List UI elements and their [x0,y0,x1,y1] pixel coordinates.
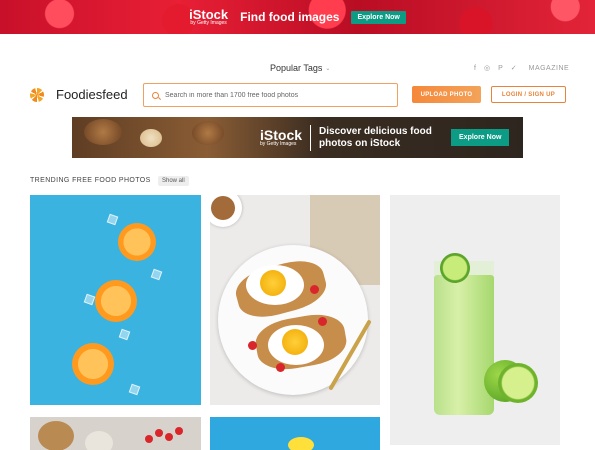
upload-photo-button[interactable]: UPLOAD PHOTO [412,86,481,103]
cherry-tomato [318,317,327,326]
orange-slice-logo-icon [30,87,44,102]
ice-cube [150,268,163,281]
show-all-button[interactable]: Show all [158,176,189,186]
istock-logo: iStock by Getty Images [189,8,228,26]
cherry-tomato [145,435,153,443]
coffee-cup [210,195,242,227]
ad-istock-logo: iStock by Getty Images [260,128,302,147]
site-logo[interactable]: Foodiesfeed [30,87,128,102]
ad-cookie [84,119,122,145]
login-signup-button[interactable]: LOGIN / SIGN UP [491,86,566,103]
photo-lemon[interactable] [210,417,380,450]
photo-lime-drink[interactable] [390,195,560,445]
lemon [288,437,314,450]
search-icon [152,91,159,99]
trending-label: TRENDING FREE FOOD PHOTOS [30,177,151,184]
ice-cube [106,213,119,226]
pinterest-icon[interactable]: P [498,65,503,72]
istock-logo-sub: by Getty Images [190,20,227,26]
top-banner-text: Find food images [240,10,340,24]
cherry-tomato [310,285,319,294]
orange-slice [118,223,156,261]
ad-cream [140,129,162,147]
popular-tags-dropdown[interactable]: Popular Tags ⌄ [270,63,330,73]
egg-yolk [282,329,308,355]
ad-cookie [192,121,224,145]
ad-divider [310,124,312,151]
top-banner-explore-button[interactable]: Explore Now [351,10,406,24]
cherry-tomato [165,433,173,441]
bowl [85,431,113,450]
lime-half [498,363,538,403]
cherry-tomato [248,341,257,350]
orange-slice [72,343,114,385]
ice-cube [118,328,131,341]
ad-istock-logo-sub: by Getty Images [260,141,297,147]
istock-ad-banner[interactable]: iStock by Getty Images Discover deliciou… [72,117,523,158]
glass-of-juice [434,261,494,415]
instagram-icon[interactable]: ◎ [484,64,490,72]
bowl [38,421,74,450]
chevron-down-icon: ⌄ [325,65,331,72]
cherry-tomato [175,427,183,435]
photo-eggs-toast[interactable] [210,195,380,405]
cherry-tomato [155,429,163,437]
cherry-tomato [276,363,285,372]
social-links: f ◎ P ✓ MAGAZINE [474,64,570,73]
ad-food-image [72,117,242,158]
search-box[interactable] [143,83,398,107]
egg-yolk [260,270,286,296]
photo-oranges[interactable] [30,195,201,405]
search-input[interactable] [165,91,385,99]
ad-text: Discover delicious food photos on iStock [319,125,432,149]
facebook-icon[interactable]: f [474,65,476,72]
plate [218,245,368,395]
ad-istock-logo-text: iStock [260,127,303,143]
magazine-link[interactable]: MAGAZINE [529,65,570,72]
ice-cube [83,293,96,306]
ad-explore-button[interactable]: Explore Now [451,129,510,146]
twitter-icon[interactable]: ✓ [511,64,517,72]
popular-tags-label: Popular Tags [270,63,323,73]
site-name: Foodiesfeed [56,87,128,102]
photo-ingredients[interactable] [30,417,201,450]
ice-cube [128,383,141,396]
orange-slice [95,280,137,322]
top-promo-banner[interactable]: iStock by Getty Images Find food images … [0,0,595,34]
